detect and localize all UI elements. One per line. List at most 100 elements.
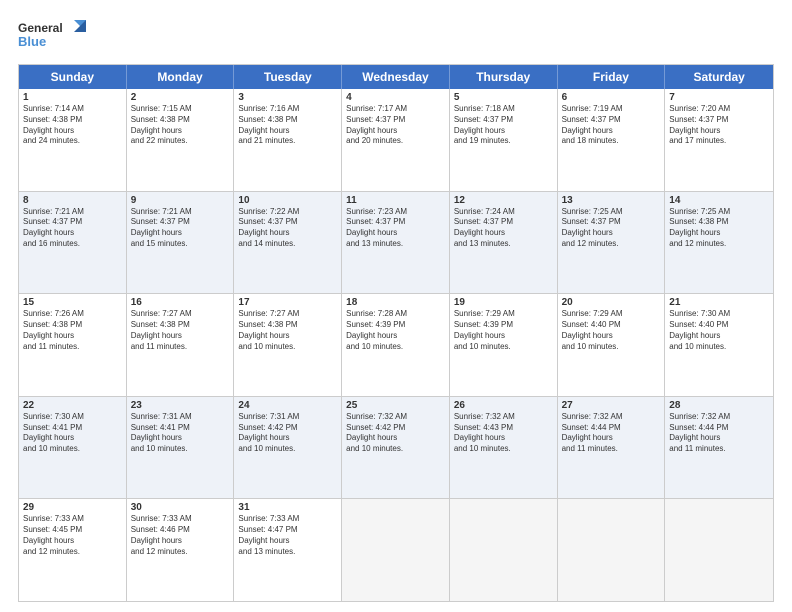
cell-info: Sunrise: 7:22 AMSunset: 4:37 PMDaylight … <box>238 207 337 250</box>
calendar-cell: 30Sunrise: 7:33 AMSunset: 4:46 PMDayligh… <box>127 499 235 601</box>
calendar-cell: 26Sunrise: 7:32 AMSunset: 4:43 PMDayligh… <box>450 397 558 499</box>
day-number: 12 <box>454 195 553 206</box>
calendar-cell: 25Sunrise: 7:32 AMSunset: 4:42 PMDayligh… <box>342 397 450 499</box>
cell-info: Sunrise: 7:20 AMSunset: 4:37 PMDaylight … <box>669 104 769 147</box>
logo: General Blue <box>18 18 88 54</box>
day-number: 25 <box>346 400 445 411</box>
weekday-header: Thursday <box>450 65 558 89</box>
day-number: 9 <box>131 195 230 206</box>
cell-info: Sunrise: 7:21 AMSunset: 4:37 PMDaylight … <box>131 207 230 250</box>
cell-info: Sunrise: 7:25 AMSunset: 4:38 PMDaylight … <box>669 207 769 250</box>
day-number: 20 <box>562 297 661 308</box>
calendar-cell: 14Sunrise: 7:25 AMSunset: 4:38 PMDayligh… <box>665 192 773 294</box>
calendar-cell: 12Sunrise: 7:24 AMSunset: 4:37 PMDayligh… <box>450 192 558 294</box>
calendar-cell: 7Sunrise: 7:20 AMSunset: 4:37 PMDaylight… <box>665 89 773 191</box>
day-number: 17 <box>238 297 337 308</box>
calendar-cell: 2Sunrise: 7:15 AMSunset: 4:38 PMDaylight… <box>127 89 235 191</box>
svg-text:Blue: Blue <box>18 34 46 49</box>
calendar-body: 1Sunrise: 7:14 AMSunset: 4:38 PMDaylight… <box>19 89 773 601</box>
cell-info: Sunrise: 7:32 AMSunset: 4:44 PMDaylight … <box>669 412 769 455</box>
calendar-cell <box>665 499 773 601</box>
day-number: 3 <box>238 92 337 103</box>
cell-info: Sunrise: 7:25 AMSunset: 4:37 PMDaylight … <box>562 207 661 250</box>
calendar-cell: 21Sunrise: 7:30 AMSunset: 4:40 PMDayligh… <box>665 294 773 396</box>
cell-info: Sunrise: 7:32 AMSunset: 4:43 PMDaylight … <box>454 412 553 455</box>
cell-info: Sunrise: 7:33 AMSunset: 4:46 PMDaylight … <box>131 514 230 557</box>
calendar-cell: 28Sunrise: 7:32 AMSunset: 4:44 PMDayligh… <box>665 397 773 499</box>
cell-info: Sunrise: 7:14 AMSunset: 4:38 PMDaylight … <box>23 104 122 147</box>
cell-info: Sunrise: 7:26 AMSunset: 4:38 PMDaylight … <box>23 309 122 352</box>
calendar-cell: 11Sunrise: 7:23 AMSunset: 4:37 PMDayligh… <box>342 192 450 294</box>
calendar-cell: 9Sunrise: 7:21 AMSunset: 4:37 PMDaylight… <box>127 192 235 294</box>
day-number: 11 <box>346 195 445 206</box>
cell-info: Sunrise: 7:29 AMSunset: 4:40 PMDaylight … <box>562 309 661 352</box>
day-number: 28 <box>669 400 769 411</box>
day-number: 2 <box>131 92 230 103</box>
weekday-header: Tuesday <box>234 65 342 89</box>
calendar-cell: 27Sunrise: 7:32 AMSunset: 4:44 PMDayligh… <box>558 397 666 499</box>
calendar-cell: 19Sunrise: 7:29 AMSunset: 4:39 PMDayligh… <box>450 294 558 396</box>
calendar-cell: 29Sunrise: 7:33 AMSunset: 4:45 PMDayligh… <box>19 499 127 601</box>
calendar-week: 29Sunrise: 7:33 AMSunset: 4:45 PMDayligh… <box>19 499 773 601</box>
cell-info: Sunrise: 7:30 AMSunset: 4:41 PMDaylight … <box>23 412 122 455</box>
day-number: 31 <box>238 502 337 513</box>
weekday-header: Monday <box>127 65 235 89</box>
cell-info: Sunrise: 7:23 AMSunset: 4:37 PMDaylight … <box>346 207 445 250</box>
cell-info: Sunrise: 7:19 AMSunset: 4:37 PMDaylight … <box>562 104 661 147</box>
cell-info: Sunrise: 7:18 AMSunset: 4:37 PMDaylight … <box>454 104 553 147</box>
day-number: 6 <box>562 92 661 103</box>
day-number: 15 <box>23 297 122 308</box>
calendar-cell: 8Sunrise: 7:21 AMSunset: 4:37 PMDaylight… <box>19 192 127 294</box>
day-number: 27 <box>562 400 661 411</box>
day-number: 19 <box>454 297 553 308</box>
calendar-cell: 31Sunrise: 7:33 AMSunset: 4:47 PMDayligh… <box>234 499 342 601</box>
calendar-cell <box>342 499 450 601</box>
day-number: 18 <box>346 297 445 308</box>
day-number: 23 <box>131 400 230 411</box>
cell-info: Sunrise: 7:33 AMSunset: 4:47 PMDaylight … <box>238 514 337 557</box>
weekday-header: Saturday <box>665 65 773 89</box>
day-number: 7 <box>669 92 769 103</box>
calendar-week: 1Sunrise: 7:14 AMSunset: 4:38 PMDaylight… <box>19 89 773 192</box>
cell-info: Sunrise: 7:31 AMSunset: 4:42 PMDaylight … <box>238 412 337 455</box>
page: General Blue SundayMondayTuesdayWednesda… <box>0 0 792 612</box>
cell-info: Sunrise: 7:32 AMSunset: 4:42 PMDaylight … <box>346 412 445 455</box>
header: General Blue <box>18 18 774 54</box>
day-number: 5 <box>454 92 553 103</box>
calendar-cell: 17Sunrise: 7:27 AMSunset: 4:38 PMDayligh… <box>234 294 342 396</box>
calendar-cell: 20Sunrise: 7:29 AMSunset: 4:40 PMDayligh… <box>558 294 666 396</box>
calendar-cell: 3Sunrise: 7:16 AMSunset: 4:38 PMDaylight… <box>234 89 342 191</box>
day-number: 10 <box>238 195 337 206</box>
calendar-cell: 10Sunrise: 7:22 AMSunset: 4:37 PMDayligh… <box>234 192 342 294</box>
cell-info: Sunrise: 7:17 AMSunset: 4:37 PMDaylight … <box>346 104 445 147</box>
cell-info: Sunrise: 7:33 AMSunset: 4:45 PMDaylight … <box>23 514 122 557</box>
calendar-header: SundayMondayTuesdayWednesdayThursdayFrid… <box>19 65 773 89</box>
cell-info: Sunrise: 7:31 AMSunset: 4:41 PMDaylight … <box>131 412 230 455</box>
calendar-week: 15Sunrise: 7:26 AMSunset: 4:38 PMDayligh… <box>19 294 773 397</box>
day-number: 30 <box>131 502 230 513</box>
calendar-cell <box>450 499 558 601</box>
cell-info: Sunrise: 7:27 AMSunset: 4:38 PMDaylight … <box>238 309 337 352</box>
cell-info: Sunrise: 7:27 AMSunset: 4:38 PMDaylight … <box>131 309 230 352</box>
calendar-cell: 5Sunrise: 7:18 AMSunset: 4:37 PMDaylight… <box>450 89 558 191</box>
calendar-cell: 23Sunrise: 7:31 AMSunset: 4:41 PMDayligh… <box>127 397 235 499</box>
calendar-week: 22Sunrise: 7:30 AMSunset: 4:41 PMDayligh… <box>19 397 773 500</box>
cell-info: Sunrise: 7:30 AMSunset: 4:40 PMDaylight … <box>669 309 769 352</box>
day-number: 16 <box>131 297 230 308</box>
day-number: 22 <box>23 400 122 411</box>
calendar: SundayMondayTuesdayWednesdayThursdayFrid… <box>18 64 774 602</box>
cell-info: Sunrise: 7:28 AMSunset: 4:39 PMDaylight … <box>346 309 445 352</box>
cell-info: Sunrise: 7:21 AMSunset: 4:37 PMDaylight … <box>23 207 122 250</box>
calendar-cell: 6Sunrise: 7:19 AMSunset: 4:37 PMDaylight… <box>558 89 666 191</box>
day-number: 29 <box>23 502 122 513</box>
cell-info: Sunrise: 7:24 AMSunset: 4:37 PMDaylight … <box>454 207 553 250</box>
day-number: 8 <box>23 195 122 206</box>
day-number: 26 <box>454 400 553 411</box>
calendar-cell: 24Sunrise: 7:31 AMSunset: 4:42 PMDayligh… <box>234 397 342 499</box>
cell-info: Sunrise: 7:32 AMSunset: 4:44 PMDaylight … <box>562 412 661 455</box>
day-number: 13 <box>562 195 661 206</box>
calendar-cell: 15Sunrise: 7:26 AMSunset: 4:38 PMDayligh… <box>19 294 127 396</box>
calendar-cell <box>558 499 666 601</box>
cell-info: Sunrise: 7:15 AMSunset: 4:38 PMDaylight … <box>131 104 230 147</box>
calendar-cell: 22Sunrise: 7:30 AMSunset: 4:41 PMDayligh… <box>19 397 127 499</box>
